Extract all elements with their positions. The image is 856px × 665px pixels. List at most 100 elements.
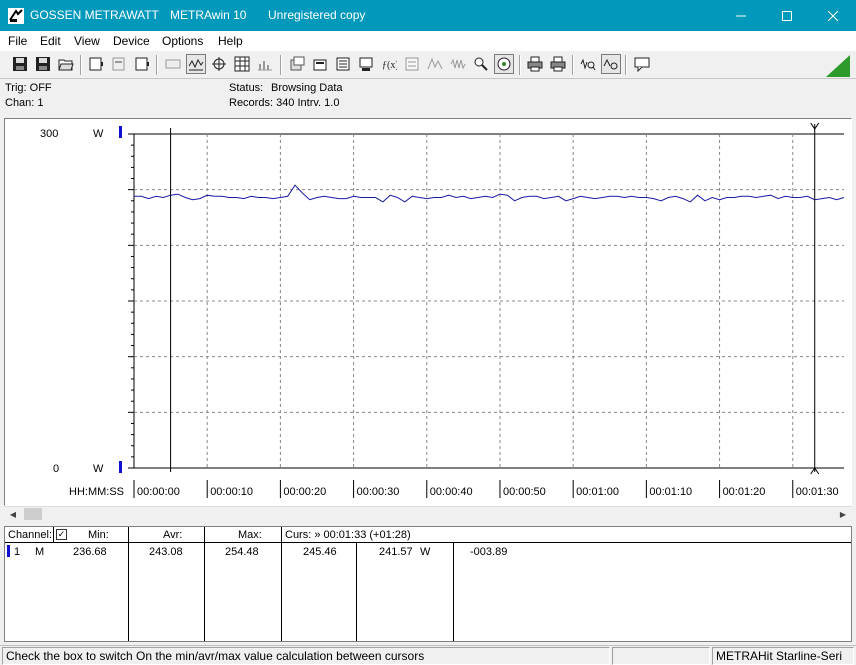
title-app-name: METRAwin 10 (170, 8, 247, 22)
row-max: 254.48 (225, 546, 259, 558)
toolbar-separator (156, 55, 158, 75)
header-min: Min: (88, 529, 109, 541)
status-empty-panel (612, 647, 710, 665)
keyboard-icon[interactable] (163, 54, 183, 74)
menu-view[interactable]: View (74, 34, 100, 48)
row-cursor2: 241.57 (379, 546, 413, 558)
toolbar-separator (280, 55, 282, 75)
status-bar: Check the box to switch On the min/avr/m… (0, 645, 856, 665)
records-info: Records: 340 Intrv. 1.0 (229, 97, 340, 109)
printer-setup-icon[interactable] (548, 54, 568, 74)
title-company: GOSSEN METRAWATT (30, 8, 159, 22)
menu-bar: File Edit View Device Options Help (0, 31, 856, 51)
export-icon[interactable] (287, 54, 307, 74)
menu-help[interactable]: Help (218, 34, 243, 48)
device-settings-icon[interactable] (132, 54, 152, 74)
measurement-chart[interactable]: 300 W 0 W HH:MM:SS 00:00:00 00:00:10 00:00… (4, 118, 852, 506)
y-axis-min-label: 0 (53, 463, 59, 475)
channel-marker-top (119, 126, 122, 138)
row-avr: 243.08 (149, 546, 183, 558)
maximize-icon[interactable] (764, 0, 810, 31)
chart-grid (128, 133, 844, 469)
settings-icon[interactable] (494, 54, 514, 74)
save-as-icon[interactable] (33, 54, 53, 74)
scroll-left-icon[interactable]: ◀ (6, 507, 20, 521)
formula-icon[interactable]: ƒ(x) (379, 54, 399, 74)
svg-text:ƒ(x): ƒ(x) (382, 60, 397, 71)
row-mode: M (35, 546, 45, 558)
toolbar-separator (519, 55, 521, 75)
x-tick-label: 00:01:00 (576, 486, 619, 498)
status-hint: Check the box to switch On the min/avr/m… (2, 647, 610, 665)
print-icon[interactable] (525, 54, 545, 74)
open-folder-icon[interactable] (56, 54, 76, 74)
graph-view-icon[interactable] (186, 54, 206, 74)
x-tick-label: 00:01:10 (649, 486, 692, 498)
x-tick-label: 00:01:20 (723, 486, 766, 498)
title-bar: GOSSEN METRAWATT METRAwin 10 Unregistere… (0, 0, 856, 31)
y-axis-unit-bottom: W (93, 463, 104, 475)
header-cursor: Curs: » 00:01:33 (+01:28) (285, 529, 411, 541)
y-axis-unit-top: W (93, 128, 104, 140)
column-divider (281, 527, 282, 641)
channel-color-marker (7, 545, 10, 557)
series-line-channel-1 (134, 184, 845, 203)
header-avr: Avr: (163, 529, 183, 541)
menu-edit[interactable]: Edit (40, 34, 61, 48)
app-logo-icon (8, 8, 24, 24)
table-view-icon[interactable] (232, 54, 252, 74)
cursor-crosshair-icon[interactable] (209, 54, 229, 74)
list-icon[interactable] (333, 54, 353, 74)
save-icon[interactable] (10, 54, 30, 74)
row-channel-number: 1 (14, 546, 21, 558)
x-ticks: 00:00:00 00:00:10 00:00:20 00:00:30 00:00:40… (133, 480, 839, 498)
title-license: Unregistered copy (268, 8, 366, 22)
column-divider (356, 543, 357, 641)
x-tick-label: 00:00:20 (283, 486, 326, 498)
cursors (170, 122, 820, 475)
statistics-icon[interactable] (402, 54, 422, 74)
channel-status: Chan: 1 (5, 97, 44, 109)
column-divider (128, 527, 129, 641)
green-triangle-icon (826, 55, 850, 77)
channel-marker-bottom (119, 461, 122, 473)
chart-scrollbar[interactable]: ◀ ▶ (4, 506, 852, 520)
bar-view-icon[interactable] (255, 54, 275, 74)
status-value: Browsing Data (271, 82, 343, 94)
table-header: Channel: ✓ Min: Avr: Max: Curs: » 00:01:… (5, 527, 851, 543)
header-max: Max: (238, 529, 262, 541)
zoom-in-icon[interactable] (471, 54, 491, 74)
import-icon[interactable] (310, 54, 330, 74)
x-tick-label: 00:00:00 (137, 486, 180, 498)
menu-file[interactable]: File (8, 34, 27, 48)
device-icon[interactable] (86, 54, 106, 74)
device-disabled-icon[interactable] (109, 54, 129, 74)
row-delta: -003.89 (470, 546, 508, 558)
toolbar-separator (572, 55, 574, 75)
trigger-icon[interactable] (425, 54, 445, 74)
zoom-wave-icon[interactable] (578, 54, 598, 74)
message-icon[interactable] (632, 54, 652, 74)
channel-table: Channel: ✓ Min: Avr: Max: Curs: » 00:01:… (4, 526, 852, 642)
menu-options[interactable]: Options (162, 34, 203, 48)
column-divider (453, 543, 454, 641)
toolbar-separator (625, 55, 627, 75)
status-device: METRAHit Starline-Seri (712, 647, 854, 665)
trigger-status: Trig: OFF (5, 82, 52, 94)
scroll-right-icon[interactable]: ▶ (836, 507, 850, 521)
minimize-icon[interactable] (718, 0, 764, 31)
close-icon[interactable] (810, 0, 856, 31)
waveform-icon[interactable] (448, 54, 468, 74)
toolbar: ƒ(x) (0, 51, 856, 79)
toolbar-separator (80, 55, 82, 75)
y-axis-max-label: 300 (40, 128, 58, 140)
min-avr-max-checkbox[interactable]: ✓ (56, 529, 67, 540)
x-tick-label: 00:01:30 (796, 486, 839, 498)
x-tick-label: 00:00:10 (210, 486, 253, 498)
scroll-thumb[interactable] (24, 508, 42, 520)
menu-device[interactable]: Device (113, 34, 150, 48)
print-preview-icon[interactable] (356, 54, 376, 74)
x-tick-label: 00:00:40 (430, 486, 473, 498)
row-cursor1: 245.46 (303, 546, 337, 558)
cursor-wave-icon[interactable] (601, 54, 621, 74)
